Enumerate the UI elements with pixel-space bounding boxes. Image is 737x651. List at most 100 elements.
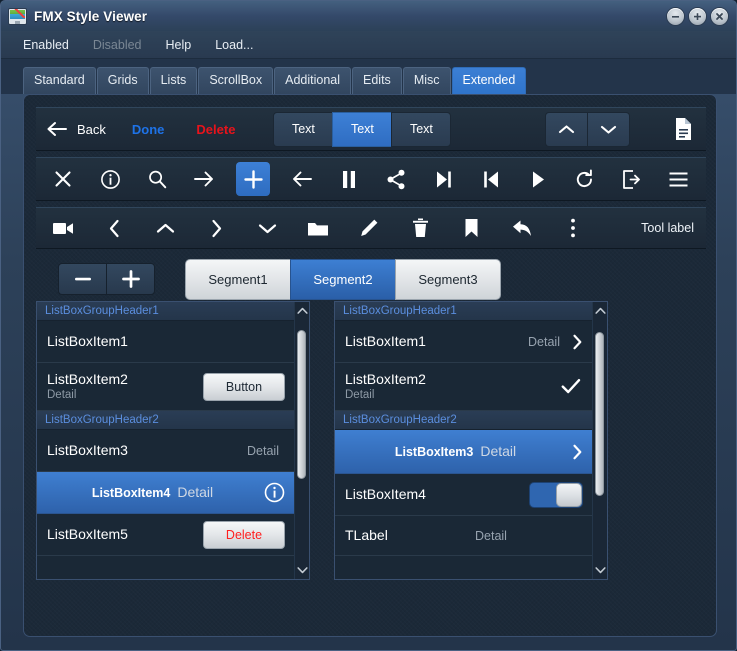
list-item-title: ListBoxItem1 <box>47 333 128 349</box>
skip-backward-icon <box>482 170 500 189</box>
bookmark-button[interactable] <box>456 213 486 243</box>
list-item[interactable]: ListBoxItem4 <box>335 474 593 516</box>
document-button[interactable] <box>670 117 696 141</box>
updown-buttons <box>545 111 630 147</box>
bookmark-icon <box>464 218 479 238</box>
tab-edits[interactable]: Edits <box>352 67 402 94</box>
segment-3[interactable]: Segment3 <box>395 259 501 300</box>
arrow-left-icon <box>291 170 313 188</box>
chevron-right-icon[interactable] <box>572 444 583 460</box>
folder-button[interactable] <box>303 213 333 243</box>
delete-button[interactable]: Delete <box>196 122 235 137</box>
segment-1[interactable]: Segment1 <box>185 259 290 300</box>
list-group-header: ListBoxGroupHeader1 <box>335 302 593 321</box>
share-icon <box>386 169 407 190</box>
listbox-left[interactable]: ListBoxGroupHeader1 ListBoxItem1 ListBox… <box>36 301 310 580</box>
minimize-button[interactable] <box>667 7 684 25</box>
info-circle-icon[interactable] <box>264 482 285 503</box>
tab-additional[interactable]: Additional <box>274 67 352 94</box>
list-item-detail: Detail <box>247 443 279 458</box>
text-segment-3[interactable]: Text <box>391 111 452 147</box>
list-item[interactable]: ListBoxItem3 Detail <box>335 430 593 474</box>
pencil-button[interactable] <box>354 213 384 243</box>
skip-backward-button[interactable] <box>476 164 506 194</box>
close-icon-button[interactable] <box>48 164 78 194</box>
chevron-down-icon <box>258 222 277 235</box>
arrow-left-icon-button[interactable] <box>287 164 317 194</box>
chevron-right-button[interactable] <box>201 213 231 243</box>
tab-lists[interactable]: Lists <box>149 67 198 94</box>
listbox-right-scrollbar[interactable] <box>592 302 607 579</box>
scrollbar-down-arrow[interactable] <box>296 561 308 579</box>
stepper-plus-button[interactable] <box>106 263 155 295</box>
list-item[interactable]: ListBoxItem1 <box>37 321 295 363</box>
list-item-delete-button[interactable]: Delete <box>203 520 285 549</box>
scrollbar-up-arrow[interactable] <box>594 302 606 320</box>
tab-grids[interactable]: Grids <box>96 67 149 94</box>
list-item-title: ListBoxItem1 <box>345 333 426 349</box>
reply-button[interactable] <box>507 213 537 243</box>
tab-misc[interactable]: Misc <box>402 67 451 94</box>
share-button[interactable] <box>381 164 411 194</box>
scrollbar-thumb[interactable] <box>297 329 306 480</box>
video-camera-button[interactable] <box>48 213 78 243</box>
tab-standard[interactable]: Standard <box>23 67 96 94</box>
scrollbar-thumb[interactable] <box>595 332 604 496</box>
pause-icon <box>341 170 357 189</box>
list-item[interactable]: TLabel Detail <box>335 516 593 556</box>
list-item[interactable]: ListBoxItem2 Detail <box>335 363 593 411</box>
search-icon-button[interactable] <box>142 164 172 194</box>
chevron-left-icon <box>108 219 121 238</box>
chevron-up-button[interactable] <box>150 213 180 243</box>
scrollbar-track[interactable] <box>295 320 309 561</box>
scrollbar-down-arrow[interactable] <box>594 561 606 579</box>
text-segment-1[interactable]: Text <box>273 111 333 147</box>
chevron-left-button[interactable] <box>99 213 129 243</box>
add-button[interactable] <box>236 162 271 196</box>
chevron-up-icon <box>156 222 175 235</box>
minus-icon <box>74 276 92 282</box>
list-item[interactable]: ListBoxItem2 Detail Button <box>37 363 295 411</box>
arrow-right-icon-button[interactable] <box>189 164 219 194</box>
skip-forward-button[interactable] <box>429 164 459 194</box>
list-item-title: TLabel <box>345 527 388 543</box>
more-button[interactable] <box>558 213 588 243</box>
back-button[interactable]: Back <box>46 121 106 137</box>
list-item[interactable]: ListBoxItem4 Detail <box>37 472 295 514</box>
segment-2[interactable]: Segment2 <box>290 259 395 300</box>
scrollbar-up-arrow[interactable] <box>296 302 308 320</box>
list-item-toggle[interactable] <box>529 481 583 508</box>
toolbar-icon-row <box>36 157 706 201</box>
stepper-minus-button[interactable] <box>58 263 106 295</box>
list-item[interactable]: ListBoxItem3 Detail <box>37 430 295 472</box>
video-camera-icon <box>52 221 74 236</box>
toolbar-tools-row: Tool label <box>36 207 706 249</box>
trash-button[interactable] <box>405 213 435 243</box>
text-segment-2[interactable]: Text <box>332 111 392 147</box>
stepper-control <box>58 263 155 295</box>
menu-item-load[interactable]: Load... <box>203 34 265 56</box>
scroll-down-button[interactable] <box>587 111 630 147</box>
menu-button[interactable] <box>664 164 694 194</box>
tab-scrollbox[interactable]: ScrollBox <box>198 67 274 94</box>
done-button[interactable]: Done <box>132 122 165 137</box>
tab-extended[interactable]: Extended <box>451 67 527 94</box>
play-button[interactable] <box>523 164 553 194</box>
listbox-left-scrollbar[interactable] <box>294 302 309 579</box>
list-item-button[interactable]: Button <box>203 372 285 401</box>
menu-item-help[interactable]: Help <box>154 34 204 56</box>
scroll-up-button[interactable] <box>545 111 587 147</box>
refresh-button[interactable] <box>570 164 600 194</box>
menu-item-enabled[interactable]: Enabled <box>11 34 81 56</box>
chevron-right-icon[interactable] <box>572 334 583 350</box>
close-button[interactable] <box>711 7 728 25</box>
logout-button[interactable] <box>617 164 647 194</box>
list-item[interactable]: ListBoxItem1 Detail <box>335 321 593 363</box>
pause-button[interactable] <box>334 164 364 194</box>
info-icon-button[interactable] <box>95 164 125 194</box>
chevron-down-button[interactable] <box>252 213 282 243</box>
listbox-right[interactable]: ListBoxGroupHeader1 ListBoxItem1 Detail … <box>334 301 608 580</box>
maximize-button[interactable] <box>689 7 706 25</box>
scrollbar-track[interactable] <box>593 320 607 561</box>
list-item[interactable]: ListBoxItem5 Delete <box>37 514 295 556</box>
